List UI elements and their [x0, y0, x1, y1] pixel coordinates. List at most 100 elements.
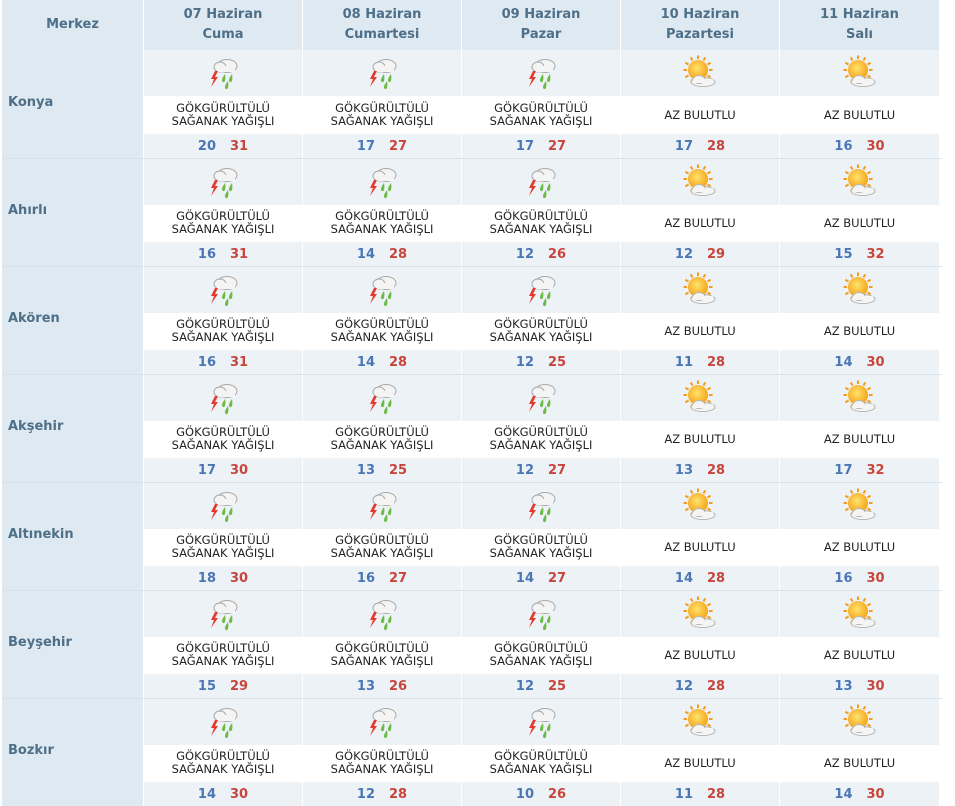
condition-text: AZ BULUTLU — [780, 96, 939, 134]
forecast-cell: AZ BULUTLU 14 30 — [780, 267, 939, 374]
partly-cloudy-sun-icon — [780, 591, 939, 637]
forecast-cell: GÖKGÜRÜLTÜLÜ SAĞANAK YAĞIŞLI 12 28 — [303, 699, 462, 806]
table-row: Ahırlı GÖKGÜRÜLTÜLÜ SAĞANAK YAĞIŞLI 16 31 GÖK… — [2, 158, 942, 266]
thunderstorm-rain-icon — [462, 50, 620, 96]
min-temp: 14 — [356, 246, 375, 262]
condition-text: GÖKGÜRÜLTÜLÜ SAĞANAK YAĞIŞLI — [144, 528, 302, 567]
temperature-range: 10 26 — [462, 782, 620, 806]
max-temp: 31 — [230, 138, 249, 154]
max-temp: 28 — [707, 678, 726, 694]
header-weekday: Cuma — [202, 27, 244, 42]
forecast-cell: GÖKGÜRÜLTÜLÜ SAĞANAK YAĞIŞLI 16 31 — [144, 159, 303, 266]
min-temp: 12 — [674, 246, 693, 262]
thunderstorm-rain-icon — [144, 159, 302, 205]
forecast-cell: GÖKGÜRÜLTÜLÜ SAĞANAK YAĞIŞLI 12 26 — [462, 159, 621, 266]
max-temp: 30 — [230, 786, 249, 802]
max-temp: 30 — [866, 354, 885, 370]
max-temp: 26 — [548, 786, 567, 802]
header-day-5: 11 Haziran Salı — [780, 0, 939, 50]
min-temp: 15 — [197, 678, 216, 694]
min-temp: 17 — [356, 138, 375, 154]
min-temp: 14 — [674, 570, 693, 586]
temperature-range: 13 25 — [303, 458, 461, 482]
max-temp: 25 — [389, 462, 408, 478]
condition-text: GÖKGÜRÜLTÜLÜ SAĞANAK YAĞIŞLI — [303, 96, 461, 134]
table-row: Beyşehir GÖKGÜRÜLTÜLÜ SAĞANAK YAĞIŞLI 15 29 G… — [2, 590, 942, 698]
forecast-cell: GÖKGÜRÜLTÜLÜ SAĞANAK YAĞIŞLI 14 28 — [303, 159, 462, 266]
thunderstorm-rain-icon — [303, 50, 461, 96]
temperature-range: 11 28 — [621, 350, 779, 374]
max-temp: 28 — [707, 138, 726, 154]
condition-text: GÖKGÜRÜLTÜLÜ SAĞANAK YAĞIŞLI — [462, 528, 620, 567]
condition-text: GÖKGÜRÜLTÜLÜ SAĞANAK YAĞIŞLI — [303, 204, 461, 243]
condition-text: GÖKGÜRÜLTÜLÜ SAĞANAK YAĞIŞLI — [462, 312, 620, 351]
partly-cloudy-sun-icon — [621, 50, 779, 96]
temperature-range: 12 27 — [462, 458, 620, 482]
max-temp: 31 — [230, 354, 249, 370]
temperature-range: 14 28 — [621, 566, 779, 590]
max-temp: 25 — [548, 354, 567, 370]
min-temp: 17 — [197, 462, 216, 478]
max-temp: 28 — [389, 786, 408, 802]
header-weekday: Pazartesi — [666, 27, 734, 42]
min-temp: 16 — [834, 138, 853, 154]
condition-text: GÖKGÜRÜLTÜLÜ SAĞANAK YAĞIŞLI — [303, 420, 461, 459]
table-row: Akşehir GÖKGÜRÜLTÜLÜ SAĞANAK YAĞIŞLI 17 30 GÖ… — [2, 374, 942, 482]
thunderstorm-rain-icon — [144, 267, 302, 313]
forecast-cell: GÖKGÜRÜLTÜLÜ SAĞANAK YAĞIŞLI 14 27 — [462, 483, 621, 590]
min-temp: 17 — [834, 462, 853, 478]
min-temp: 14 — [356, 354, 375, 370]
temperature-range: 18 30 — [144, 566, 302, 590]
partly-cloudy-sun-icon — [621, 483, 779, 529]
max-temp: 30 — [866, 138, 885, 154]
temperature-range: 12 25 — [462, 350, 620, 374]
max-temp: 28 — [707, 570, 726, 586]
thunderstorm-rain-icon — [144, 699, 302, 745]
condition-text: AZ BULUTLU — [780, 636, 939, 675]
city-name: Akören — [2, 267, 144, 374]
table-row: Altınekin GÖKGÜRÜLTÜLÜ SAĞANAK YAĞIŞLI 18 30… — [2, 482, 942, 590]
max-temp: 30 — [866, 786, 885, 802]
temperature-range: 15 32 — [780, 242, 939, 266]
forecast-cell: GÖKGÜRÜLTÜLÜ SAĞANAK YAĞIŞLI 12 27 — [462, 375, 621, 482]
min-temp: 11 — [674, 354, 693, 370]
max-temp: 28 — [389, 246, 408, 262]
thunderstorm-rain-icon — [303, 159, 461, 205]
min-temp: 13 — [356, 462, 375, 478]
forecast-cell: GÖKGÜRÜLTÜLÜ SAĞANAK YAĞIŞLI 14 30 — [144, 699, 303, 806]
min-temp: 14 — [515, 570, 534, 586]
max-temp: 28 — [707, 462, 726, 478]
thunderstorm-rain-icon — [144, 591, 302, 637]
condition-text: GÖKGÜRÜLTÜLÜ SAĞANAK YAĞIŞLI — [144, 96, 302, 134]
forecast-cell: GÖKGÜRÜLTÜLÜ SAĞANAK YAĞIŞLI 17 27 — [462, 50, 621, 158]
header-weekday: Salı — [845, 27, 874, 42]
max-temp: 28 — [707, 354, 726, 370]
min-temp: 16 — [356, 570, 375, 586]
condition-text: AZ BULUTLU — [780, 420, 939, 459]
max-temp: 30 — [230, 570, 249, 586]
forecast-cell: GÖKGÜRÜLTÜLÜ SAĞANAK YAĞIŞLI 17 30 — [144, 375, 303, 482]
forecast-cell: GÖKGÜRÜLTÜLÜ SAĞANAK YAĞIŞLI 17 27 — [303, 50, 462, 158]
temperature-range: 12 28 — [621, 674, 779, 698]
forecast-cell: AZ BULUTLU 16 30 — [780, 483, 939, 590]
partly-cloudy-sun-icon — [780, 50, 939, 96]
min-temp: 14 — [834, 354, 853, 370]
table-body: Konya GÖKGÜRÜLTÜLÜ SAĞANAK YAĞIŞLI 20 31 GÖKG… — [2, 50, 942, 806]
condition-text: GÖKGÜRÜLTÜLÜ SAĞANAK YAĞIŞLI — [303, 528, 461, 567]
city-name: Altınekin — [2, 483, 144, 590]
city-name: Akşehir — [2, 375, 144, 482]
partly-cloudy-sun-icon — [780, 483, 939, 529]
max-temp: 30 — [866, 570, 885, 586]
thunderstorm-rain-icon — [303, 267, 461, 313]
min-temp: 15 — [834, 246, 853, 262]
forecast-cell: AZ BULUTLU 14 30 — [780, 699, 939, 806]
table-row: Akören GÖKGÜRÜLTÜLÜ SAĞANAK YAĞIŞLI 16 31 GÖK… — [2, 266, 942, 374]
temperature-range: 16 27 — [303, 566, 461, 590]
condition-text: GÖKGÜRÜLTÜLÜ SAĞANAK YAĞIŞLI — [462, 204, 620, 243]
weather-forecast-table: Merkez 07 Haziran Cuma 08 Haziran Cumart… — [2, 0, 942, 806]
partly-cloudy-sun-icon — [621, 159, 779, 205]
thunderstorm-rain-icon — [303, 591, 461, 637]
condition-text: AZ BULUTLU — [780, 204, 939, 243]
city-name: Beyşehir — [2, 591, 144, 698]
temperature-range: 17 30 — [144, 458, 302, 482]
